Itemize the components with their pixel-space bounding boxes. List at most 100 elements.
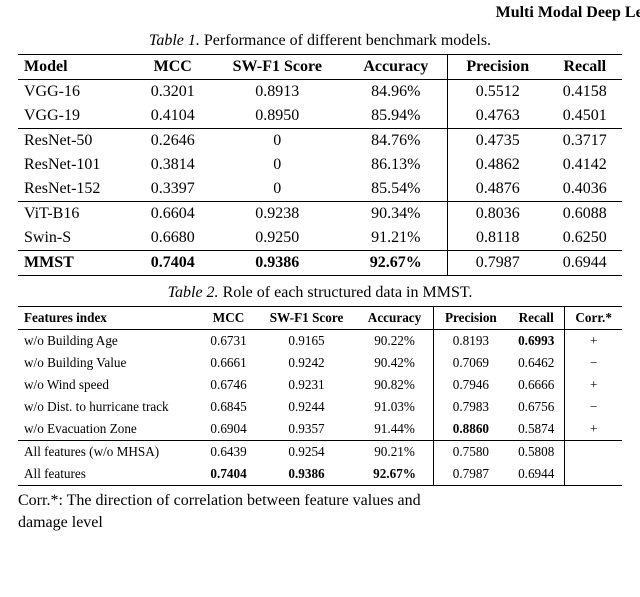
cell: − <box>565 396 622 418</box>
cell: 0.7983 <box>433 396 508 418</box>
cell: 0.7404 <box>200 463 256 486</box>
table2-caption-text: Role of each structured data in MMST. <box>223 284 473 301</box>
cell: VGG-19 <box>18 104 136 129</box>
table-row: w/o Dist. to hurricane track 0.6845 0.92… <box>18 396 622 418</box>
cell: 0.7404 <box>136 251 210 276</box>
cell: 0.6756 <box>508 396 565 418</box>
cell: ResNet-50 <box>18 129 136 154</box>
cell: w/o Dist. to hurricane track <box>18 396 200 418</box>
cell: 0.2646 <box>136 129 210 154</box>
cell: 0.9165 <box>257 330 357 353</box>
cell: 0.4036 <box>548 177 622 202</box>
cell: 0.6904 <box>200 418 256 441</box>
cell: 86.13% <box>345 153 448 177</box>
cell: ResNet-101 <box>18 153 136 177</box>
cell: 0.5874 <box>508 418 565 441</box>
cell: 0.5808 <box>508 441 565 464</box>
cell: w/o Wind speed <box>18 374 200 396</box>
cell: + <box>565 374 622 396</box>
cell: 0.9242 <box>257 352 357 374</box>
cell: − <box>565 352 622 374</box>
table-row: Swin-S 0.6680 0.9250 91.21% 0.8118 0.625… <box>18 226 622 251</box>
cell: 85.54% <box>345 177 448 202</box>
cell: 0.6462 <box>508 352 565 374</box>
cell: + <box>565 418 622 441</box>
cell: 90.42% <box>356 352 433 374</box>
t2-h-acc: Accuracy <box>356 307 433 330</box>
table2: Features index MCC SW-F1 Score Accuracy … <box>18 306 622 486</box>
cell: 0.8860 <box>433 418 508 441</box>
table1-final-row: MMST 0.7404 0.9386 92.67% 0.7987 0.6944 <box>18 251 622 276</box>
cell: 0 <box>210 177 345 202</box>
cell: 0.8950 <box>210 104 345 129</box>
cell: 0.7580 <box>433 441 508 464</box>
table-row: w/o Building Age 0.6731 0.9165 90.22% 0.… <box>18 330 622 353</box>
t1-h-mcc: MCC <box>136 55 210 80</box>
table-row: ResNet-152 0.3397 0 85.54% 0.4876 0.4036 <box>18 177 622 202</box>
t1-h-prec: Precision <box>447 55 547 80</box>
t1-h-acc: Accuracy <box>345 55 448 80</box>
cell: 91.03% <box>356 396 433 418</box>
table2-caption: Table 2. Role of each structured data in… <box>18 284 622 302</box>
table2-header-row: Features index MCC SW-F1 Score Accuracy … <box>18 307 622 330</box>
cell: 0.4735 <box>447 129 547 154</box>
cell: w/o Building Age <box>18 330 200 353</box>
cell: All features (w/o MHSA) <box>18 441 200 464</box>
cell <box>565 441 622 464</box>
table-row: ResNet-101 0.3814 0 86.13% 0.4862 0.4142 <box>18 153 622 177</box>
cell: 0.3814 <box>136 153 210 177</box>
cell: 0.4862 <box>447 153 547 177</box>
table1-caption: Table 1. Performance of different benchm… <box>18 32 622 50</box>
cell: 0.4501 <box>548 104 622 129</box>
table-row: All features (w/o MHSA) 0.6439 0.9254 90… <box>18 441 622 464</box>
t1-h-swf1: SW-F1 Score <box>210 55 345 80</box>
table-row: w/o Wind speed 0.6746 0.9231 90.82% 0.79… <box>18 374 622 396</box>
cell: 0.6731 <box>200 330 256 353</box>
cell: 91.44% <box>356 418 433 441</box>
cell: 0.3397 <box>136 177 210 202</box>
t2-h-swf1: SW-F1 Score <box>257 307 357 330</box>
cell: 0.6439 <box>200 441 256 464</box>
table1-header-row: Model MCC SW-F1 Score Accuracy Precision… <box>18 55 622 80</box>
cell: 0.6845 <box>200 396 256 418</box>
table-row: VGG-19 0.4104 0.8950 85.94% 0.4763 0.450… <box>18 104 622 129</box>
t2-h-corr: Corr.* <box>565 307 622 330</box>
cell: 0.6944 <box>508 463 565 486</box>
cell: 0.9250 <box>210 226 345 251</box>
cell: 85.94% <box>345 104 448 129</box>
cell: 0.8036 <box>447 202 547 227</box>
table-row: ViT-B16 0.6604 0.9238 90.34% 0.8036 0.60… <box>18 202 622 227</box>
cell: 0.9357 <box>257 418 357 441</box>
cell: 90.21% <box>356 441 433 464</box>
table2-footnote: Corr.*: The direction of correlation bet… <box>18 490 622 533</box>
cell: Swin-S <box>18 226 136 251</box>
t2-h-rec: Recall <box>508 307 565 330</box>
cell: 0.4158 <box>548 80 622 105</box>
cell: 84.76% <box>345 129 448 154</box>
cell: 0.9244 <box>257 396 357 418</box>
cell: ResNet-152 <box>18 177 136 202</box>
table1-caption-text: Performance of different benchmark model… <box>204 32 491 49</box>
cell: All features <box>18 463 200 486</box>
t2-h-mcc: MCC <box>200 307 256 330</box>
t2-h-feat: Features index <box>18 307 200 330</box>
cell: 0 <box>210 129 345 154</box>
cell: 0.3201 <box>136 80 210 105</box>
table1: Model MCC SW-F1 Score Accuracy Precision… <box>18 54 622 276</box>
footnote-line2: damage level <box>18 514 103 531</box>
cell: 0.4104 <box>136 104 210 129</box>
cell: 0.6604 <box>136 202 210 227</box>
cell: 84.96% <box>345 80 448 105</box>
cell: 0.8118 <box>447 226 547 251</box>
cell: 0.4142 <box>548 153 622 177</box>
cell: 0.7987 <box>447 251 547 276</box>
cell: w/o Building Value <box>18 352 200 374</box>
table-row: w/o Evacuation Zone 0.6904 0.9357 91.44%… <box>18 418 622 441</box>
t1-h-model: Model <box>18 55 136 80</box>
cell: + <box>565 330 622 353</box>
t2-h-prec: Precision <box>433 307 508 330</box>
cell: 0.6944 <box>548 251 622 276</box>
cell: 91.21% <box>345 226 448 251</box>
table-row: ResNet-50 0.2646 0 84.76% 0.4735 0.3717 <box>18 129 622 154</box>
cell: ViT-B16 <box>18 202 136 227</box>
